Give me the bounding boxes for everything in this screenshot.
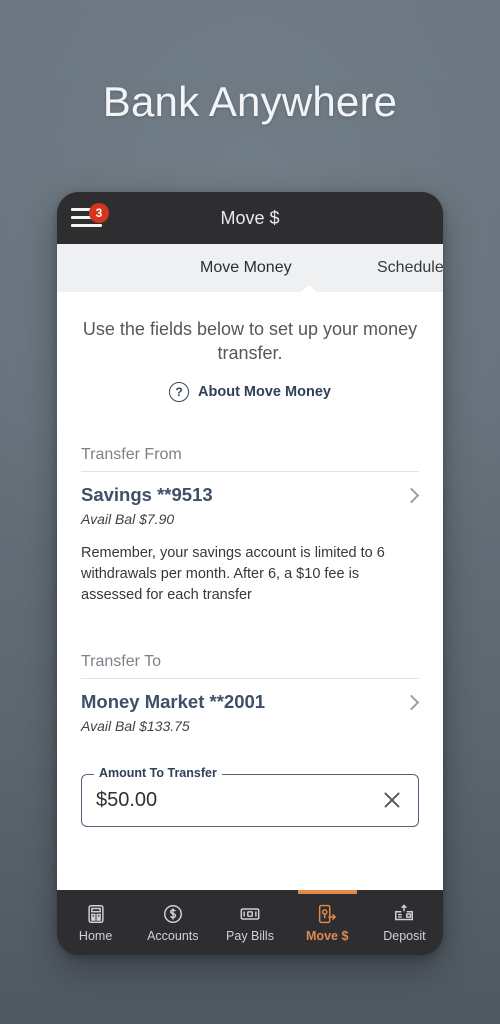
transfer-to-section-label: Transfer To (81, 653, 419, 679)
bottom-navigation-bar: Home Accounts Pay Bills Move $ Deposit (57, 890, 443, 955)
question-circle-icon: ? (169, 381, 190, 402)
phone-mockup: 3 Move $ Move Money Schedule Use the fie… (57, 192, 443, 955)
clear-amount-icon[interactable] (382, 790, 402, 810)
hamburger-menu-icon[interactable]: 3 (71, 203, 109, 231)
tab-schedule[interactable]: Schedule (377, 259, 443, 277)
tab-bar: Move Money Schedule (57, 244, 443, 292)
nav-item-accounts[interactable]: Accounts (134, 890, 211, 955)
notification-badge: 3 (89, 203, 109, 223)
page-title: Bank Anywhere (102, 78, 398, 125)
dollar-circle-icon (163, 904, 182, 923)
transfer-from-account-balance: Avail Bal $7.90 (81, 510, 175, 527)
transfer-from-section-label: Transfer From (81, 446, 419, 472)
calculator-icon (87, 904, 104, 923)
deposit-check-icon (395, 904, 414, 920)
transfer-icon (319, 904, 337, 923)
main-content: Use the fields below to set up your mone… (57, 292, 443, 890)
app-bar: 3 Move $ (57, 192, 443, 244)
amount-to-transfer-group: Amount To Transfer $50.00 (81, 767, 419, 827)
app-bar-title: Move $ (220, 207, 280, 228)
transfer-to-account-name: Money Market **2001 (81, 690, 266, 712)
nav-label-move-money: Move $ (306, 928, 349, 943)
nav-label-deposit: Deposit (383, 928, 426, 943)
active-tab-caret-icon (300, 285, 318, 292)
nav-item-home[interactable]: Home (57, 890, 134, 955)
savings-withdrawal-note: Remember, your savings account is limite… (81, 544, 385, 604)
nav-label-accounts: Accounts (147, 928, 199, 943)
nav-label-pay-bills: Pay Bills (226, 928, 274, 943)
banknote-icon (240, 907, 260, 920)
about-move-money-link[interactable]: ? About Move Money (81, 381, 419, 402)
transfer-to-account-balance: Avail Bal $133.75 (81, 717, 190, 734)
about-move-money-label: About Move Money (198, 383, 331, 400)
nav-item-pay-bills[interactable]: Pay Bills (211, 890, 288, 955)
amount-to-transfer-input[interactable]: Amount To Transfer $50.00 (81, 767, 419, 827)
nav-item-move-money[interactable]: Move $ (289, 890, 366, 955)
amount-to-transfer-value: $50.00 (96, 788, 158, 811)
active-nav-indicator (297, 890, 357, 894)
amount-to-transfer-label: Amount To Transfer (94, 767, 222, 780)
transfer-from-account-name: Savings **9513 (81, 483, 213, 505)
transfer-to-account-row[interactable]: Money Market **2001 Avail Bal $133.75 (81, 679, 420, 734)
transfer-from-account-row[interactable]: Savings **9513 Avail Bal $7.90 (81, 472, 420, 527)
nav-label-home: Home (78, 928, 113, 943)
tab-move-money[interactable]: Move Money (200, 259, 292, 277)
hamburger-bar (71, 224, 102, 228)
nav-item-deposit[interactable]: Deposit (366, 890, 443, 955)
intro-text: Use the fields below to set up your mone… (82, 319, 418, 363)
